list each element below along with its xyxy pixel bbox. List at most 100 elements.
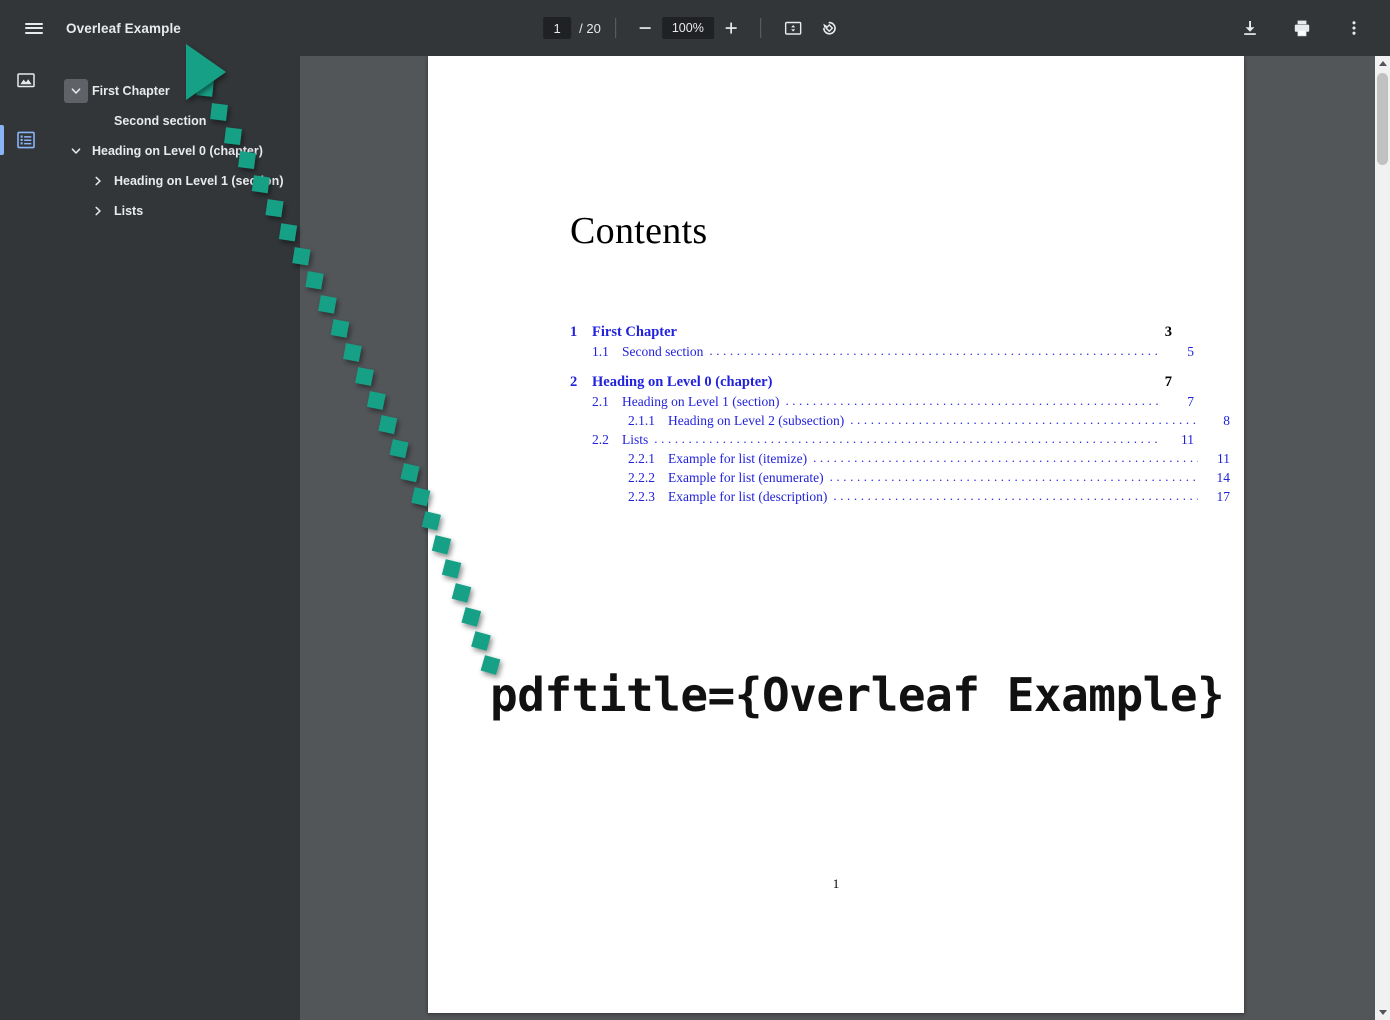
outline-item-heading-level-1[interactable]: Heading on Level 1 (section) [52,166,300,196]
page-number-input[interactable] [543,17,571,39]
scroll-up-arrow-icon[interactable] [1375,56,1390,71]
sidebar-item-outline[interactable] [0,116,52,164]
more-options-button[interactable] [1336,10,1372,46]
pdf-page-1: Contents 1First Chapter.................… [428,56,1244,1013]
rotate-button[interactable] [811,10,847,46]
toc-entry-page: 11 [1168,432,1194,448]
chevron-right-icon[interactable] [86,169,110,193]
toolbar-right-group [1224,0,1380,56]
document-outline-icon [15,129,37,151]
toc-entry-page: 17 [1204,489,1230,505]
toc-entry[interactable]: 1First Chapter..........................… [570,324,1172,341]
toc-entry-title: Example for list (enumerate) [668,470,824,486]
toolbar-left-group: Overleaf Example [0,0,181,56]
toc-entry[interactable]: 1.1Second section.......................… [570,344,1194,360]
pdf-viewer-window: Overleaf Example / 20 100% [0,0,1390,1020]
toc-entry-page: 8 [1204,413,1230,429]
toc-entry[interactable]: 2.2.1Example for list (itemize).........… [570,451,1230,467]
toc-entry-title: Lists [622,432,648,448]
plus-icon [723,20,739,36]
outline-item-label: Heading on Level 0 (chapter) [92,144,263,158]
print-icon [1292,18,1312,38]
page-title: Contents [570,209,708,253]
outline-item-heading-level-0[interactable]: Heading on Level 0 (chapter) [52,136,300,166]
page-folio-number: 1 [428,876,1244,892]
sidebar-rail [0,56,52,1020]
toolbar-divider [760,18,761,38]
zoom-in-button[interactable] [716,13,746,43]
toc-entry-title: Second section [622,344,703,360]
toc-entry-page: 7 [1146,374,1172,391]
hamburger-bar [25,32,43,34]
page-count-label: / 20 [579,21,601,36]
outline-item-label: Second section [114,114,206,128]
table-of-contents: 1First Chapter..........................… [570,310,1172,505]
outline-item-label: Heading on Level 1 (section) [114,174,283,188]
toc-leader-dots: ........................................… [709,343,1162,359]
toolbar-divider [615,18,616,38]
fit-to-page-button[interactable] [775,10,811,46]
toc-leader-dots: ........................................… [833,488,1198,504]
toc-entry-number: 2.2.2 [628,470,668,486]
toc-entry-number: 2.2.3 [628,489,668,505]
toc-entry-title: Heading on Level 0 (chapter) [592,374,772,391]
chevron-down-icon[interactable] [64,139,88,163]
vertical-scrollbar[interactable] [1375,56,1390,1020]
rotate-counterclockwise-icon [819,18,839,38]
toc-entry-number: 2.2 [592,432,622,448]
sidebar: First Chapter Second section Heading on … [0,56,300,1020]
hamburger-bar [25,23,43,25]
pdf-viewer-canvas[interactable]: Contents 1First Chapter.................… [300,56,1390,1020]
outline-item-lists[interactable]: Lists [52,196,300,226]
toc-entry-title: Heading on Level 1 (section) [622,394,779,410]
outline-item-second-section[interactable]: Second section [52,106,300,136]
more-vertical-icon [1344,18,1364,38]
toc-entry[interactable]: 2.2Lists................................… [570,432,1194,448]
chevron-down-icon[interactable] [64,79,88,103]
outline-item-first-chapter[interactable]: First Chapter [52,76,300,106]
fit-to-page-icon [783,18,803,38]
scroll-up-triangle [1379,61,1387,66]
zoom-out-button[interactable] [630,13,660,43]
top-toolbar: Overleaf Example / 20 100% [0,0,1390,56]
toc-entry[interactable]: 2.1.1Heading on Level 2 (subsection)....… [570,413,1230,429]
toc-entry-number: 2.1.1 [628,413,668,429]
toc-entry-page: 3 [1146,324,1172,341]
print-button[interactable] [1284,10,1320,46]
toc-entry-page: 5 [1168,344,1194,360]
toc-leader-dots: ........................................… [850,412,1198,428]
download-button[interactable] [1232,10,1268,46]
outline-tree: First Chapter Second section Heading on … [52,68,300,1020]
chevron-right-icon[interactable] [86,199,110,223]
outline-item-label: Lists [114,204,143,218]
toc-entry[interactable]: 2Heading on Level 0 (chapter)...........… [570,374,1172,391]
scroll-down-triangle [1379,1010,1387,1015]
zoom-level-display[interactable]: 100% [662,17,714,39]
hamburger-bar [25,27,43,29]
toc-leader-dots: ........................................… [813,450,1198,466]
document-title: Overleaf Example [66,21,181,36]
toc-entry[interactable]: 2.2.2Example for list (enumerate).......… [570,470,1230,486]
hamburger-menu-icon[interactable] [16,10,52,46]
toc-entry-title: First Chapter [592,324,677,341]
toc-entry-number: 2 [570,374,592,391]
download-icon [1240,18,1260,38]
toc-entry[interactable]: 2.2.3Example for list (description).....… [570,489,1230,505]
toc-entry-number: 1 [570,324,592,341]
outline-item-label: First Chapter [92,84,170,98]
toc-entry-number: 2.2.1 [628,451,668,467]
toc-entry-title: Example for list (itemize) [668,451,807,467]
toc-leader-dots: ........................................… [785,393,1162,409]
toc-entry-page: 7 [1168,394,1194,410]
scrollbar-thumb[interactable] [1377,73,1388,165]
scroll-down-arrow-icon[interactable] [1375,1005,1390,1020]
toc-leader-dots: ........................................… [654,431,1162,447]
sidebar-item-thumbnails[interactable] [0,56,52,104]
minus-icon [637,20,653,36]
toc-entry-title: Heading on Level 2 (subsection) [668,413,844,429]
toolbar-center-group: / 20 100% [543,0,847,56]
thumbnail-image-icon [15,69,37,91]
toc-entry[interactable]: 2.1Heading on Level 1 (section).........… [570,394,1194,410]
toc-entry-page: 11 [1204,451,1230,467]
toc-entry-number: 1.1 [592,344,622,360]
